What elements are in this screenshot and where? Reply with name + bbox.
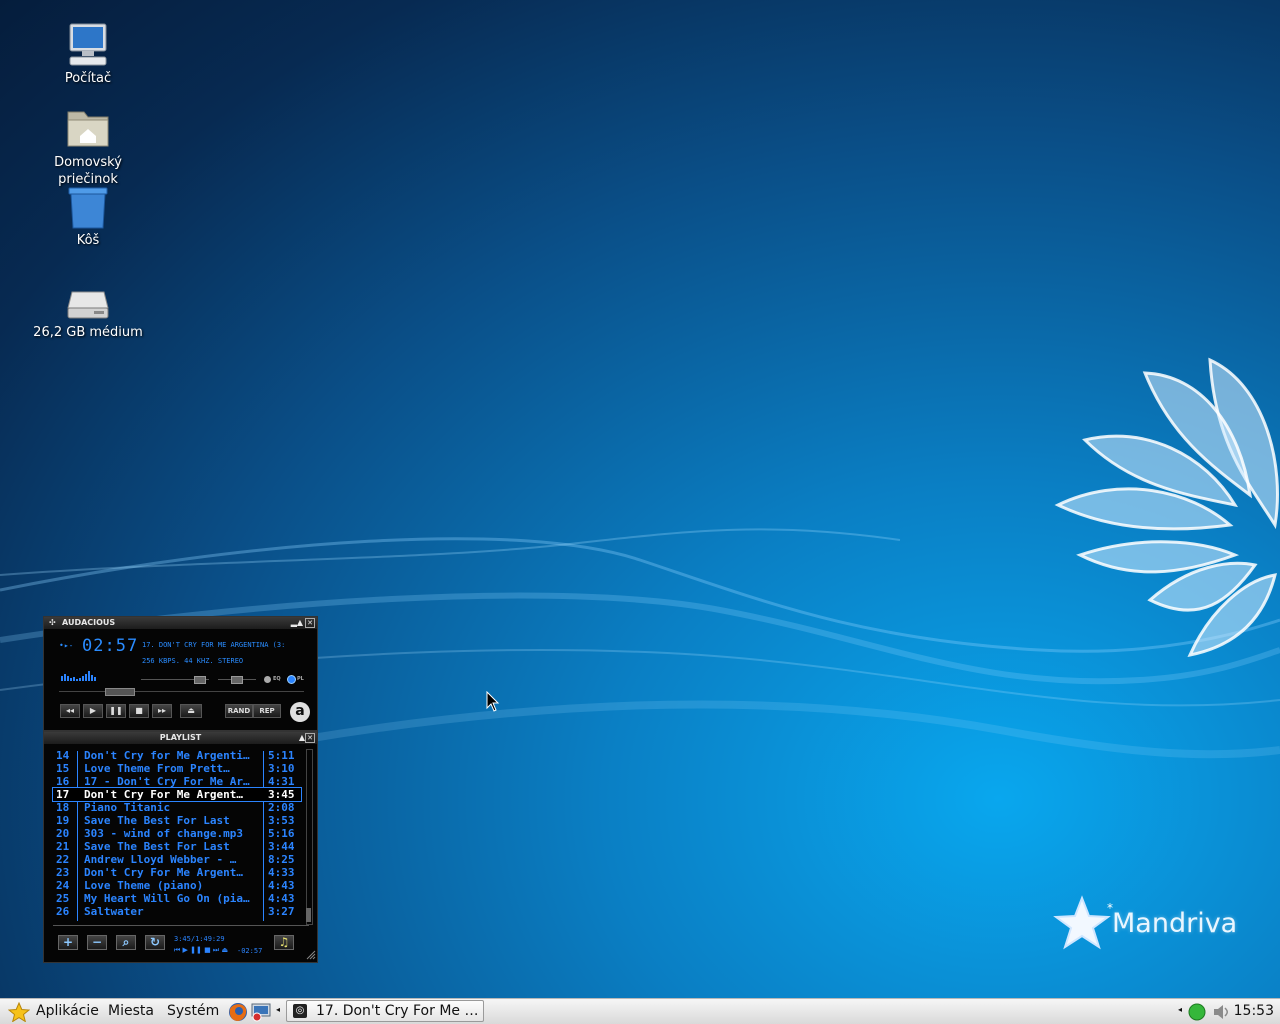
playlist-toggle-icon[interactable] bbox=[287, 675, 296, 684]
playlist-row[interactable]: 14 Don't Cry for Me Argenti… 5:11 bbox=[53, 749, 301, 762]
computer-icon bbox=[69, 23, 107, 66]
time-display[interactable]: 02:57 bbox=[82, 636, 138, 656]
seek-bar[interactable] bbox=[59, 691, 304, 692]
audacious-task-icon: ◎ bbox=[293, 1004, 307, 1018]
mandriva-wordmark: Mandriva bbox=[1112, 908, 1238, 939]
visualizer[interactable] bbox=[60, 670, 102, 682]
taskbar-button-audacious[interactable]: ◎ 17. Don't Cry For Me … bbox=[286, 1000, 484, 1022]
remove-button[interactable]: − bbox=[87, 935, 107, 950]
desktop-icon-home-folder[interactable]: Domovský priečinok bbox=[28, 104, 148, 188]
play-indicator-icon: •▸- bbox=[59, 641, 74, 650]
home-folder-icon bbox=[67, 111, 109, 147]
refresh-icon[interactable]: ↻ bbox=[145, 935, 165, 950]
remaining-time: -02:57 bbox=[237, 947, 263, 955]
add-button[interactable]: + bbox=[58, 935, 78, 950]
previous-button[interactable]: ◂◂ bbox=[60, 704, 80, 718]
search-icon[interactable]: ⌕ bbox=[116, 935, 136, 950]
mini-transport-controls[interactable]: ⏮ ▶ ❚❚ ■ ⏭ ⏏ bbox=[174, 946, 228, 955]
shuffle-button[interactable]: RAND bbox=[225, 704, 253, 718]
seek-bar-handle[interactable] bbox=[105, 688, 135, 696]
audacious-title: AUDACIOUS bbox=[62, 618, 116, 627]
menu-applications[interactable]: Aplikácie bbox=[36, 1003, 99, 1019]
audacious-logo-icon[interactable]: a bbox=[290, 702, 310, 722]
remote-desktop-icon[interactable] bbox=[250, 1002, 274, 1022]
playlist-titlebar[interactable]: PLAYLIST ▲ ✕ bbox=[44, 732, 317, 744]
close-icon[interactable]: ✕ bbox=[305, 618, 315, 628]
balance-slider-handle[interactable] bbox=[231, 676, 243, 684]
playlist-list: 14 Don't Cry for Me Argenti… 5:11 15 Love T… bbox=[52, 749, 302, 921]
network-status-icon[interactable] bbox=[1187, 1002, 1207, 1022]
eq-toggle-icon[interactable] bbox=[264, 676, 271, 683]
eject-button[interactable]: ⏏ bbox=[180, 704, 202, 718]
next-button[interactable]: ▸▸ bbox=[152, 704, 172, 718]
audacious-menu-icon[interactable]: ✣ bbox=[49, 617, 56, 629]
playlist-window: PLAYLIST ▲ ✕ 14 Don't Cry for Me Argenti…… bbox=[43, 731, 318, 963]
pl-label: PL bbox=[297, 676, 304, 682]
playlist-scrollbar-thumb[interactable] bbox=[306, 908, 311, 922]
menu-places[interactable]: Miesta bbox=[108, 1003, 154, 1019]
desktop-icon-label: Počítač bbox=[64, 71, 112, 86]
playlist-row[interactable]: 22 Andrew Lloyd Webber - … 8:25 bbox=[53, 853, 301, 866]
desktop-icon-label: Kôš bbox=[76, 233, 100, 248]
mandriva-leaf-flower bbox=[1054, 357, 1279, 658]
audacious-titlebar[interactable]: ✣ AUDACIOUS ▂▲ ✕ bbox=[44, 617, 317, 629]
taskbar-button-label: 17. Don't Cry For Me … bbox=[316, 1003, 479, 1019]
clock[interactable]: 15:53 bbox=[1234, 1003, 1274, 1019]
resize-grip-icon[interactable] bbox=[306, 950, 316, 960]
minimize-shade-icon[interactable]: ▂▲ bbox=[291, 617, 303, 629]
desktop-icon-label: 26,2 GB médium bbox=[33, 325, 143, 340]
mouse-cursor-icon bbox=[486, 691, 500, 712]
eq-label: EQ bbox=[273, 676, 281, 682]
pause-button[interactable]: ❚❚ bbox=[106, 704, 126, 718]
playlist-scrollbar[interactable] bbox=[306, 749, 313, 925]
playlist-total-time: 3:45/1:49:29 bbox=[174, 935, 225, 943]
playlist-row-selected[interactable]: 17 Don't Cry For Me Argent… 3:45 bbox=[52, 787, 302, 802]
desktop-icon-drive[interactable]: 26,2 GB médium bbox=[28, 286, 148, 341]
repeat-button[interactable]: REP bbox=[253, 704, 281, 718]
playlist-row[interactable]: 23 Don't Cry For Me Argent… 4:33 bbox=[53, 866, 301, 879]
star-menu-icon[interactable] bbox=[8, 1002, 30, 1022]
stop-button[interactable]: ■ bbox=[129, 704, 149, 718]
volume-icon[interactable] bbox=[1211, 1002, 1231, 1022]
song-title-display[interactable]: 17. DON'T CRY FOR ME ARGENTINA (3: bbox=[142, 641, 312, 649]
playlist-row[interactable]: 24 Love Theme (piano) 4:43 bbox=[53, 879, 301, 892]
playlist-row[interactable]: 21 Save The Best For Last 3:44 bbox=[53, 840, 301, 853]
playlist-title: PLAYLIST bbox=[159, 733, 202, 742]
menu-system[interactable]: Systém bbox=[167, 1003, 219, 1019]
tray-arrow-icon[interactable]: ◂ bbox=[1178, 1005, 1182, 1014]
desktop-icon-trash[interactable]: Kôš bbox=[28, 186, 148, 249]
playlist-row[interactable]: 16 17 - Don't Cry For Me Ar… 4:31 bbox=[53, 775, 301, 788]
playlist-row[interactable]: 19 Save The Best For Last 3:53 bbox=[53, 814, 301, 827]
stream-info-display: 256 KBPS. 44 KHZ. STEREO bbox=[142, 657, 244, 665]
playlist-row[interactable]: 18 Piano Titanic 2:08 bbox=[53, 801, 301, 814]
launcher-arrow-icon[interactable]: ◂ bbox=[276, 1005, 280, 1014]
hard-drive-icon bbox=[67, 291, 109, 319]
playlist-row[interactable]: 25 My Heart Will Go On (pia… 4:43 bbox=[53, 892, 301, 905]
play-button[interactable]: ▶ bbox=[83, 704, 103, 718]
volume-slider-handle[interactable] bbox=[194, 676, 206, 684]
desktop-icon-computer[interactable]: Počítač bbox=[28, 20, 148, 87]
playlist-row[interactable]: 26 Saltwater 3:27 bbox=[53, 905, 301, 918]
close-icon[interactable]: ✕ bbox=[305, 733, 315, 743]
bottom-panel: Aplikácie Miesta Systém ◂ ◎ 17. Don't Cr… bbox=[0, 998, 1280, 1024]
trash-icon bbox=[68, 187, 108, 229]
playlist-row[interactable]: 15 Love Theme From Prett… 3:10 bbox=[53, 762, 301, 775]
playlist-divider bbox=[53, 925, 309, 926]
firefox-icon[interactable] bbox=[227, 1001, 249, 1023]
playlist-row[interactable]: 20 303 - wind of change.mp3 5:16 bbox=[53, 827, 301, 840]
music-note-icon[interactable]: ♫ bbox=[274, 935, 294, 950]
desktop-icon-label: Domovský priečinok bbox=[54, 155, 122, 187]
audacious-main-window: ✣ AUDACIOUS ▂▲ ✕ •▸- 02:57 17. DON'T CRY… bbox=[43, 616, 318, 731]
